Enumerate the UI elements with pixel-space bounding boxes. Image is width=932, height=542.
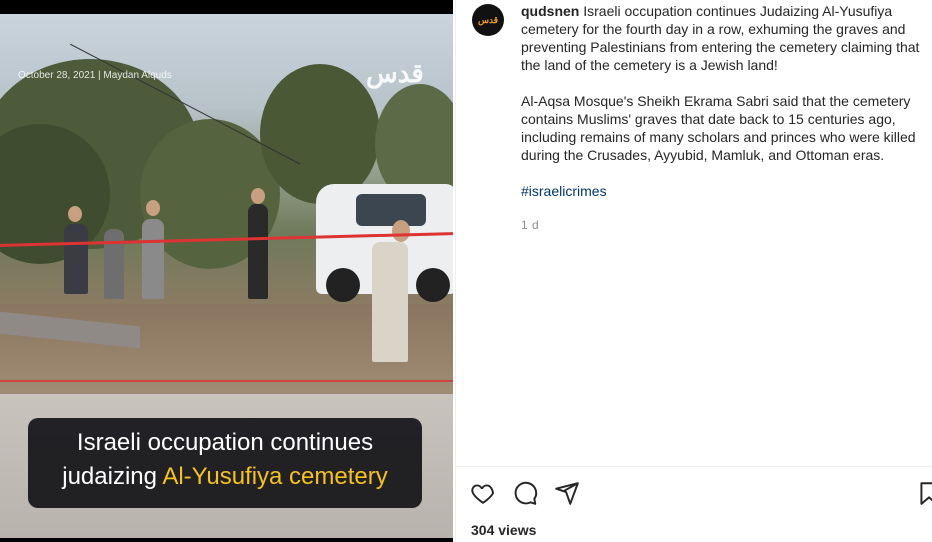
caption-line-1: Israeli occupation continues [76, 429, 374, 456]
avatar[interactable]: قدس [472, 4, 504, 36]
comment-icon[interactable] [512, 480, 538, 506]
channel-logo: قدس [366, 58, 424, 88]
post-caption: qudsnen Israeli occupation continues Jud… [521, 2, 926, 218]
heart-icon[interactable] [470, 480, 496, 506]
video-watermark: October 28, 2021 | Maydan Alquds [18, 70, 172, 81]
video-caption: Israeli occupation continues judaizing A… [28, 418, 422, 508]
person [248, 204, 268, 299]
post-timestamp[interactable]: 1 d [521, 218, 539, 232]
share-icon[interactable] [554, 480, 580, 506]
caption-highlight: Al-Yusufiya cemetery [162, 463, 388, 490]
person [142, 219, 164, 299]
person [64, 224, 88, 294]
person [372, 242, 408, 362]
caption-paragraph-1: Israeli occupation continues Judaizing A… [521, 3, 920, 73]
person-head [392, 220, 410, 242]
divider [456, 466, 932, 467]
caption-line-2: judaizing Al-Yusufiya cemetery [28, 460, 422, 494]
person-head [146, 200, 160, 216]
person [104, 229, 124, 299]
caption-line-2-prefix: judaizing [62, 463, 163, 490]
person-head [68, 206, 82, 222]
hashtag-link[interactable]: #israelicrimes [521, 183, 607, 199]
action-bar [470, 480, 580, 506]
bookmark-icon[interactable] [916, 480, 932, 506]
username-link[interactable]: qudsnen [521, 3, 579, 19]
post-panel: قدس qudsnen Israeli occupation continues… [455, 0, 932, 542]
caption-paragraph-2: Al-Aqsa Mosque's Sheikh Ekrama Sabri sai… [521, 93, 916, 163]
person-head [251, 188, 265, 204]
video-player[interactable]: October 28, 2021 | Maydan Alquds قدس Isr… [0, 0, 453, 542]
avatar-logo: قدس [477, 14, 498, 25]
barrier-tape [0, 380, 453, 382]
view-count[interactable]: 304 views [471, 522, 536, 538]
